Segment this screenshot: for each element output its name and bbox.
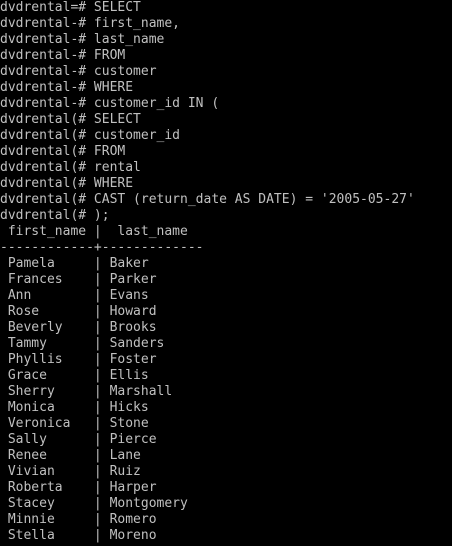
result-table: first_name | last_name ------------+----… — [0, 224, 452, 544]
table-row: Phyllis | Foster — [0, 352, 157, 367]
table-row: Veronica | Stone — [0, 416, 149, 431]
table-row: Sherry | Marshall — [0, 384, 173, 399]
table-row: Frances | Parker — [0, 272, 157, 287]
prompt-line: dvdrental(# CAST (return_date AS DATE) =… — [0, 192, 415, 207]
prompt-line: dvdrental(# FROM — [0, 144, 126, 159]
table-row: Monica | Hicks — [0, 400, 149, 415]
prompt-line: dvdrental(# customer_id — [0, 128, 181, 143]
prompt-line: dvdrental=# SELECT — [0, 0, 141, 15]
prompt-line: dvdrental-# FROM — [0, 48, 126, 63]
prompt-line: dvdrental-# customer_id IN ( — [0, 96, 220, 111]
prompt-line: dvdrental-# last_name — [0, 32, 165, 47]
table-row: Minnie | Romero — [0, 512, 157, 527]
prompt-line: dvdrental-# customer — [0, 64, 157, 79]
table-row: Pamela | Baker — [0, 256, 149, 271]
terminal-window[interactable]: dvdrental=# SELECT dvdrental-# first_nam… — [0, 0, 452, 546]
sql-query-block: dvdrental=# SELECT dvdrental-# first_nam… — [0, 0, 452, 224]
table-row: Stella | Moreno — [0, 528, 157, 543]
prompt-line: dvdrental(# ); — [0, 208, 110, 223]
prompt-line: dvdrental-# first_name, — [0, 16, 181, 31]
table-row: Grace | Ellis — [0, 368, 149, 383]
table-row: Stacey | Montgomery — [0, 496, 188, 511]
table-row: Sally | Pierce — [0, 432, 157, 447]
table-row: Rose | Howard — [0, 304, 157, 319]
table-header: first_name | last_name — [0, 224, 188, 239]
table-row: Renee | Lane — [0, 448, 141, 463]
prompt-line: dvdrental(# SELECT — [0, 112, 141, 127]
table-separator: ------------+------------- — [0, 240, 204, 255]
table-row: Tammy | Sanders — [0, 336, 165, 351]
prompt-line: dvdrental(# WHERE — [0, 176, 134, 191]
prompt-line: dvdrental-# WHERE — [0, 80, 134, 95]
table-row: Vivian | Ruiz — [0, 464, 141, 479]
table-row: Roberta | Harper — [0, 480, 157, 495]
table-row: Ann | Evans — [0, 288, 149, 303]
table-row: Beverly | Brooks — [0, 320, 157, 335]
prompt-line: dvdrental(# rental — [0, 160, 141, 175]
